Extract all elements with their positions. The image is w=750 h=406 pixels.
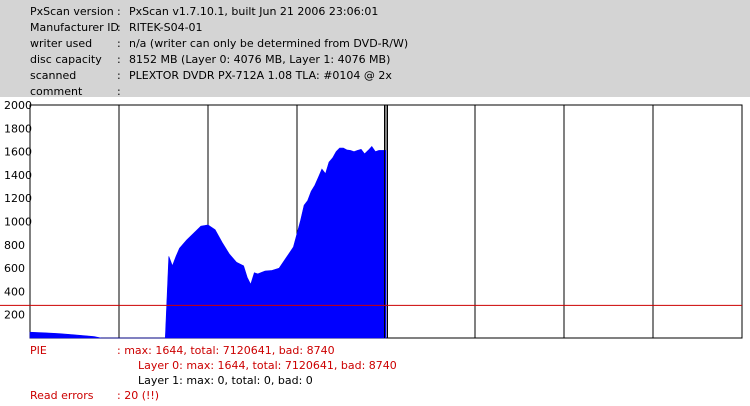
pie-label: PIE bbox=[30, 344, 47, 357]
info-label: PxScan version bbox=[30, 5, 114, 18]
info-label: writer used bbox=[30, 37, 93, 50]
y-tick-label: 1000 bbox=[4, 216, 32, 229]
info-separator: : bbox=[117, 37, 121, 50]
info-label: scanned bbox=[30, 69, 77, 82]
info-value: n/a (writer can only be determined from … bbox=[129, 37, 409, 50]
info-value: 8152 MB (Layer 0: 4076 MB, Layer 1: 4076… bbox=[129, 53, 391, 66]
read-errors-value: : 20 (!!) bbox=[117, 389, 160, 402]
info-label: disc capacity bbox=[30, 53, 102, 66]
y-tick-label: 200 bbox=[4, 309, 25, 322]
read-errors-label: Read errors bbox=[30, 389, 94, 402]
y-tick-label: 400 bbox=[4, 285, 25, 298]
y-tick-label: 800 bbox=[4, 239, 25, 252]
info-separator: : bbox=[117, 69, 121, 82]
info-separator: : bbox=[117, 21, 121, 34]
y-tick-label: 600 bbox=[4, 262, 25, 275]
y-tick-label: 1200 bbox=[4, 192, 32, 205]
pie-chart: 2000 1800 1600 1400 1200 1000 800 600 400 200 bbox=[0, 99, 743, 339]
info-value: PLEXTOR DVDR PX-712A 1.08 TLA: #0104 @ 2… bbox=[129, 69, 392, 82]
pie-layer0-summary: Layer 0: max: 1644, total: 7120641, bad:… bbox=[138, 359, 397, 372]
info-label: Manufacturer ID bbox=[30, 21, 119, 34]
pie-layer1-summary: Layer 1: max: 0, total: 0, bad: 0 bbox=[138, 374, 313, 387]
info-separator: : bbox=[117, 53, 121, 66]
y-tick-label: 1800 bbox=[4, 122, 32, 135]
y-tick-label: 1600 bbox=[4, 146, 32, 159]
info-separator: : bbox=[117, 5, 121, 18]
info-value: RITEK-S04-01 bbox=[129, 21, 203, 34]
y-tick-label: 1400 bbox=[4, 169, 32, 182]
info-value: PxScan v1.7.10.1, built Jun 21 2006 23:0… bbox=[129, 5, 379, 18]
y-tick-label: 2000 bbox=[4, 99, 32, 112]
info-panel: PxScan version: PxScan v1.7.10.1, built J… bbox=[0, 0, 750, 98]
pie-summary: : max: 1644, total: 7120641, bad: 8740 bbox=[117, 344, 335, 357]
